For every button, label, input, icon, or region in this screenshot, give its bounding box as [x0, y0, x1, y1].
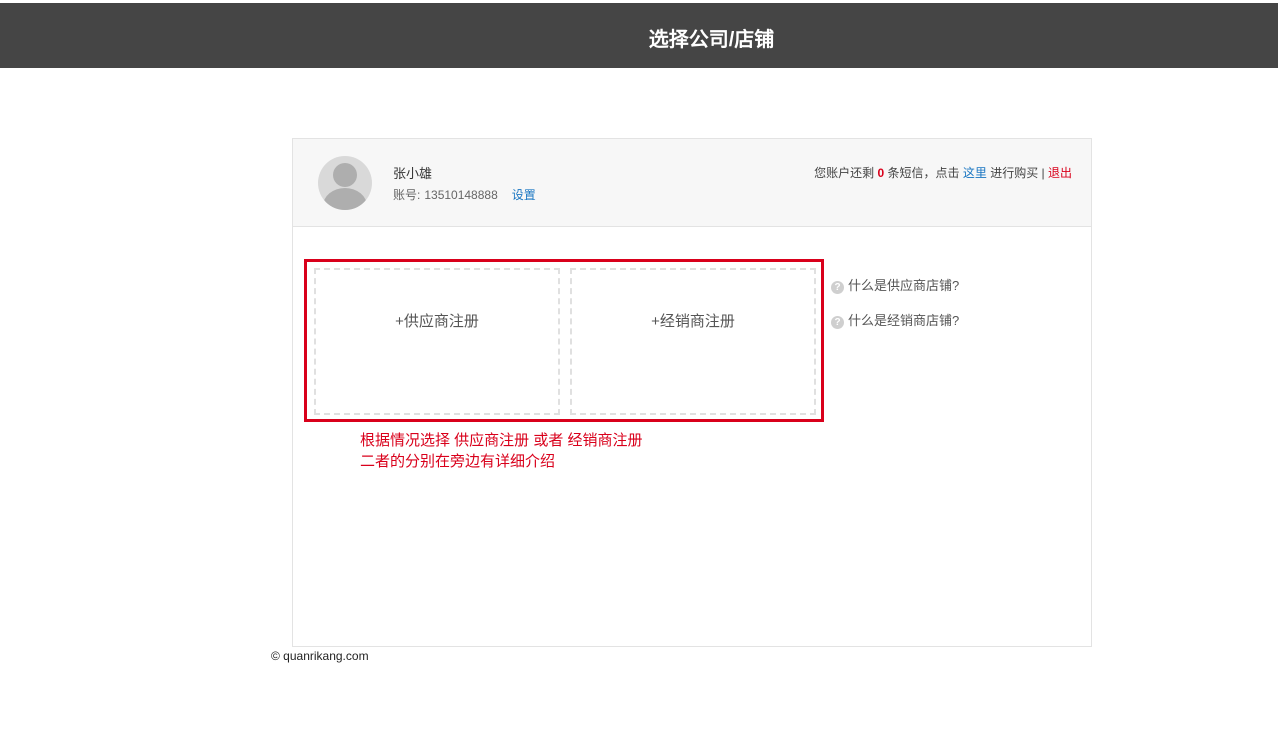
company-select-panel: 张小雄 账号: 13510148888 设置 您账户还剩 0 条短信，点击 这里 进…	[292, 138, 1092, 647]
buy-sms-link[interactable]: 这里	[963, 166, 987, 180]
help-distributor-shop[interactable]: ? 什么是经销商店铺?	[831, 310, 959, 329]
help-supplier-text: 什么是供应商店铺?	[848, 278, 960, 293]
account-label: 账号:	[393, 188, 421, 202]
sms-balance: 您账户还剩 0 条短信，点击 这里 进行购买 | 退出	[814, 164, 1072, 181]
sms-count: 0	[877, 166, 885, 180]
account-number: 13510148888	[424, 188, 498, 202]
supplier-register-label: +供应商注册	[395, 313, 479, 330]
help-supplier-shop[interactable]: ? 什么是供应商店铺?	[831, 275, 959, 294]
distributor-register-label: +经销商注册	[651, 313, 735, 330]
top-bar: 选择公司/店铺	[0, 3, 1278, 68]
annotation-line-1: 根据情况选择 供应商注册 或者 经销商注册	[360, 432, 643, 449]
sms-suffix: 进行购买 |	[990, 166, 1045, 180]
footer-copyright: © quanrikang.com	[271, 649, 369, 663]
avatar	[318, 156, 372, 210]
user-info-header: 张小雄 账号: 13510148888 设置 您账户还剩 0 条短信，点击 这里 进…	[293, 139, 1091, 227]
question-icon: ?	[831, 316, 844, 329]
annotation-line-2: 二者的分别在旁边有详细介绍	[360, 453, 556, 470]
registration-highlight-box: +供应商注册 +经销商注册	[304, 259, 824, 422]
question-icon: ?	[831, 281, 844, 294]
settings-link[interactable]: 设置	[512, 188, 536, 202]
help-distributor-text: 什么是经销商店铺?	[848, 313, 960, 328]
distributor-register-card[interactable]: +经销商注册	[570, 268, 816, 415]
avatar-body-shape	[323, 188, 367, 210]
sms-middle: 条短信，点击	[887, 166, 960, 180]
sms-prefix: 您账户还剩	[814, 166, 875, 180]
account-line: 账号: 13510148888 设置	[393, 186, 536, 203]
user-name: 张小雄	[393, 166, 433, 181]
annotation-note: 根据情况选择 供应商注册 或者 经销商注册 二者的分别在旁边有详细介绍	[360, 430, 643, 472]
supplier-register-card[interactable]: +供应商注册	[314, 268, 560, 415]
page-title: 选择公司/店铺	[648, 29, 775, 51]
logout-link[interactable]: 退出	[1048, 166, 1072, 180]
avatar-head-shape	[333, 163, 357, 187]
